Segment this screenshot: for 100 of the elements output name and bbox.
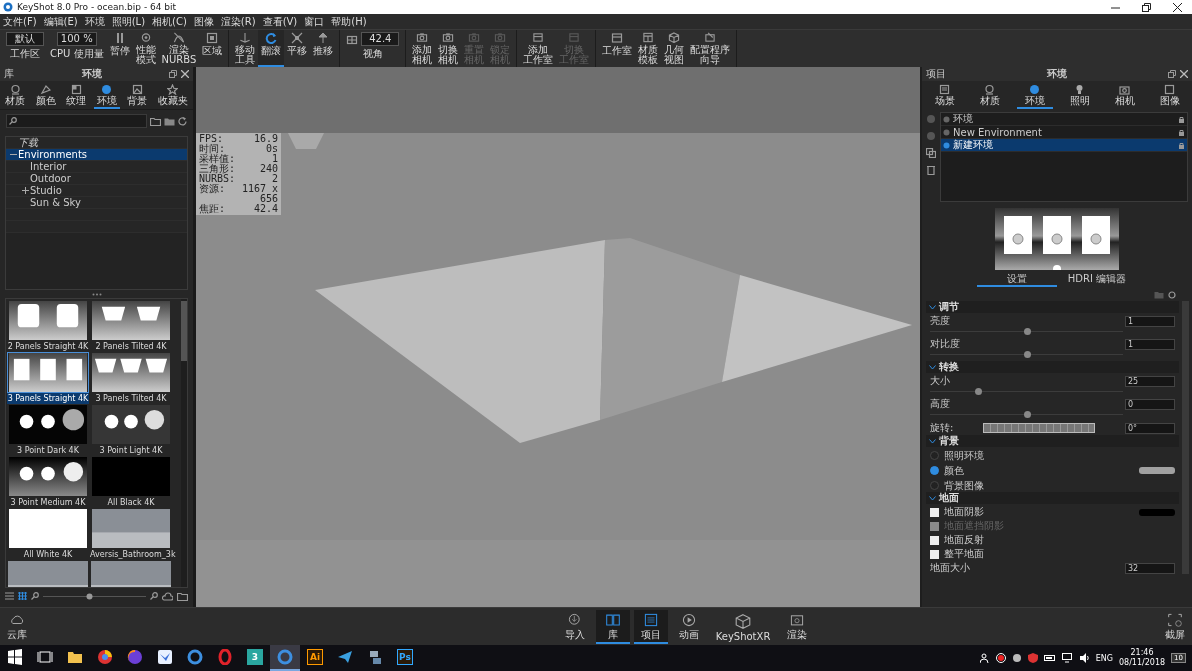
scrollbar[interactable] — [181, 299, 187, 587]
toolbar-button[interactable]: 几何 视图 — [661, 30, 688, 67]
radio-button[interactable] — [930, 451, 939, 460]
environment-preview[interactable] — [7, 352, 89, 393]
menu-item[interactable]: 相机(C) — [152, 15, 187, 28]
expander-icon[interactable] — [9, 151, 17, 158]
ring-icon[interactable] — [217, 649, 233, 665]
folder-add-icon[interactable] — [150, 116, 161, 126]
record-icon[interactable] — [995, 653, 1006, 663]
folder-icon[interactable] — [67, 649, 83, 665]
library-tab[interactable]: 材质 — [2, 81, 29, 109]
dock-button[interactable]: 项目 — [633, 609, 668, 644]
settings-tab[interactable]: HDRI 编辑器 — [1057, 273, 1137, 287]
photo-placeholder[interactable] — [90, 508, 172, 549]
ring-icon[interactable] — [277, 649, 293, 665]
dock-button[interactable]: 渲染 — [780, 609, 815, 644]
menu-item[interactable]: 文件(F) — [3, 15, 37, 28]
slider-thumb[interactable] — [975, 388, 983, 395]
project-tab[interactable]: 照明 — [1061, 81, 1098, 109]
tree-item[interactable]: Sun & Sky — [6, 197, 187, 209]
list-view-icon[interactable] — [5, 592, 14, 600]
section-header[interactable]: 地面 — [926, 492, 1179, 504]
copy-icon[interactable] — [926, 148, 936, 158]
clock[interactable]: 21:46 08/11/2018 — [1118, 648, 1166, 668]
dock-button[interactable]: KeyShotXR — [709, 609, 777, 644]
toolbar-button[interactable]: 推移 — [310, 30, 337, 67]
number-field[interactable]: 100 % — [56, 32, 97, 46]
shield-icon[interactable] — [1027, 653, 1038, 663]
menu-item[interactable]: 照明(L) — [111, 15, 146, 28]
toolbar-button[interactable]: 渲染 NURBS — [158, 30, 200, 67]
cloud-library-button[interactable]: 云库 — [0, 609, 34, 644]
menu-item[interactable]: 窗口 — [304, 15, 325, 28]
workspace-dropdown[interactable]: 默认 — [6, 32, 44, 46]
menu-item[interactable]: 渲染(R) — [220, 15, 256, 28]
browser-icon[interactable] — [97, 649, 113, 665]
checkbox[interactable] — [930, 535, 939, 545]
slider-thumb[interactable] — [86, 592, 94, 600]
undock-icon[interactable] — [1168, 70, 1176, 78]
restore-icon[interactable] — [1142, 2, 1151, 12]
toolbar-button[interactable]: 区域 — [199, 30, 226, 67]
color-swatch[interactable] — [1139, 467, 1175, 474]
dock-button[interactable]: 动画 — [671, 609, 706, 644]
environment-preview[interactable] — [90, 352, 172, 393]
gear-icon[interactable] — [1168, 291, 1176, 299]
toolbar-button[interactable]: 添加 相机 — [409, 30, 436, 67]
tree-item[interactable]: Studio — [6, 185, 187, 197]
toolbar-button[interactable]: 平移 — [284, 30, 311, 67]
battery-icon[interactable] — [1043, 653, 1056, 663]
folder-icon[interactable] — [177, 591, 188, 601]
menu-item[interactable]: 查看(V) — [262, 15, 298, 28]
dock-button[interactable]: 导入 — [557, 609, 592, 644]
library-tab[interactable]: 收藏夹 — [154, 81, 191, 109]
tree-item[interactable]: Outdoor — [6, 173, 187, 185]
environment-preview[interactable] — [7, 404, 89, 445]
toolbar-button[interactable]: 切换 相机 — [435, 30, 462, 67]
cloud-upload-icon[interactable] — [162, 591, 173, 601]
number-field[interactable]: 1 — [1125, 338, 1175, 350]
undock-icon[interactable] — [169, 70, 177, 78]
app-icon[interactable]: Ai — [307, 649, 323, 665]
number-field[interactable]: 0° — [1125, 422, 1175, 434]
tray-app-icon[interactable] — [1011, 653, 1022, 663]
environment-preview[interactable] — [7, 508, 89, 549]
toolbar-button[interactable]: 移动 工具 — [232, 30, 259, 67]
toolbar-button[interactable]: 翻滚 — [258, 30, 285, 67]
app-icon[interactable]: Ps — [397, 649, 413, 665]
dock-button[interactable]: 库 — [595, 609, 630, 644]
screenshot-button[interactable]: 截屏 — [1158, 609, 1192, 644]
close-icon[interactable] — [181, 70, 189, 78]
project-tab[interactable]: 环境 — [1016, 81, 1053, 109]
radio-button[interactable] — [930, 466, 939, 475]
environment-item[interactable]: 环境 — [941, 113, 1187, 126]
number-field[interactable]: 25 — [1125, 375, 1175, 387]
start-icon[interactable] — [7, 649, 23, 665]
tree-item[interactable]: Interior — [6, 161, 187, 173]
expander-icon[interactable] — [21, 187, 29, 194]
menu-item[interactable]: 帮助(H) — [331, 15, 367, 28]
toolbar-button[interactable]: 材质 模板 — [635, 30, 662, 67]
browser-icon[interactable] — [127, 649, 143, 665]
paper-plane-icon[interactable] — [337, 649, 353, 665]
checkbox[interactable] — [930, 549, 939, 559]
people-icon[interactable] — [979, 653, 990, 663]
section-header[interactable]: 转换 — [926, 361, 1179, 373]
section-header[interactable]: 调节 — [926, 301, 1179, 313]
library-tab[interactable]: 纹理 — [63, 81, 90, 109]
volume-icon[interactable] — [1079, 653, 1090, 663]
slider-thumb[interactable] — [1023, 351, 1031, 358]
menu-item[interactable]: 图像 — [193, 15, 214, 28]
tree-item[interactable]: Environments — [6, 149, 187, 161]
network-icon[interactable] — [1061, 653, 1074, 663]
library-tab[interactable]: 颜色 — [32, 81, 59, 109]
search-field[interactable] — [6, 114, 147, 128]
ring-icon[interactable] — [187, 649, 203, 665]
zoom-out-icon[interactable] — [31, 592, 39, 600]
number-field[interactable]: 1 — [1125, 315, 1175, 327]
checkbox[interactable] — [930, 507, 939, 517]
delete-icon[interactable] — [926, 165, 936, 175]
toolbar-button[interactable]: 工作室 — [599, 30, 636, 67]
bird-icon[interactable] — [157, 649, 173, 665]
menu-item[interactable]: 环境 — [84, 15, 105, 28]
project-tab[interactable]: 材质 — [971, 81, 1008, 109]
